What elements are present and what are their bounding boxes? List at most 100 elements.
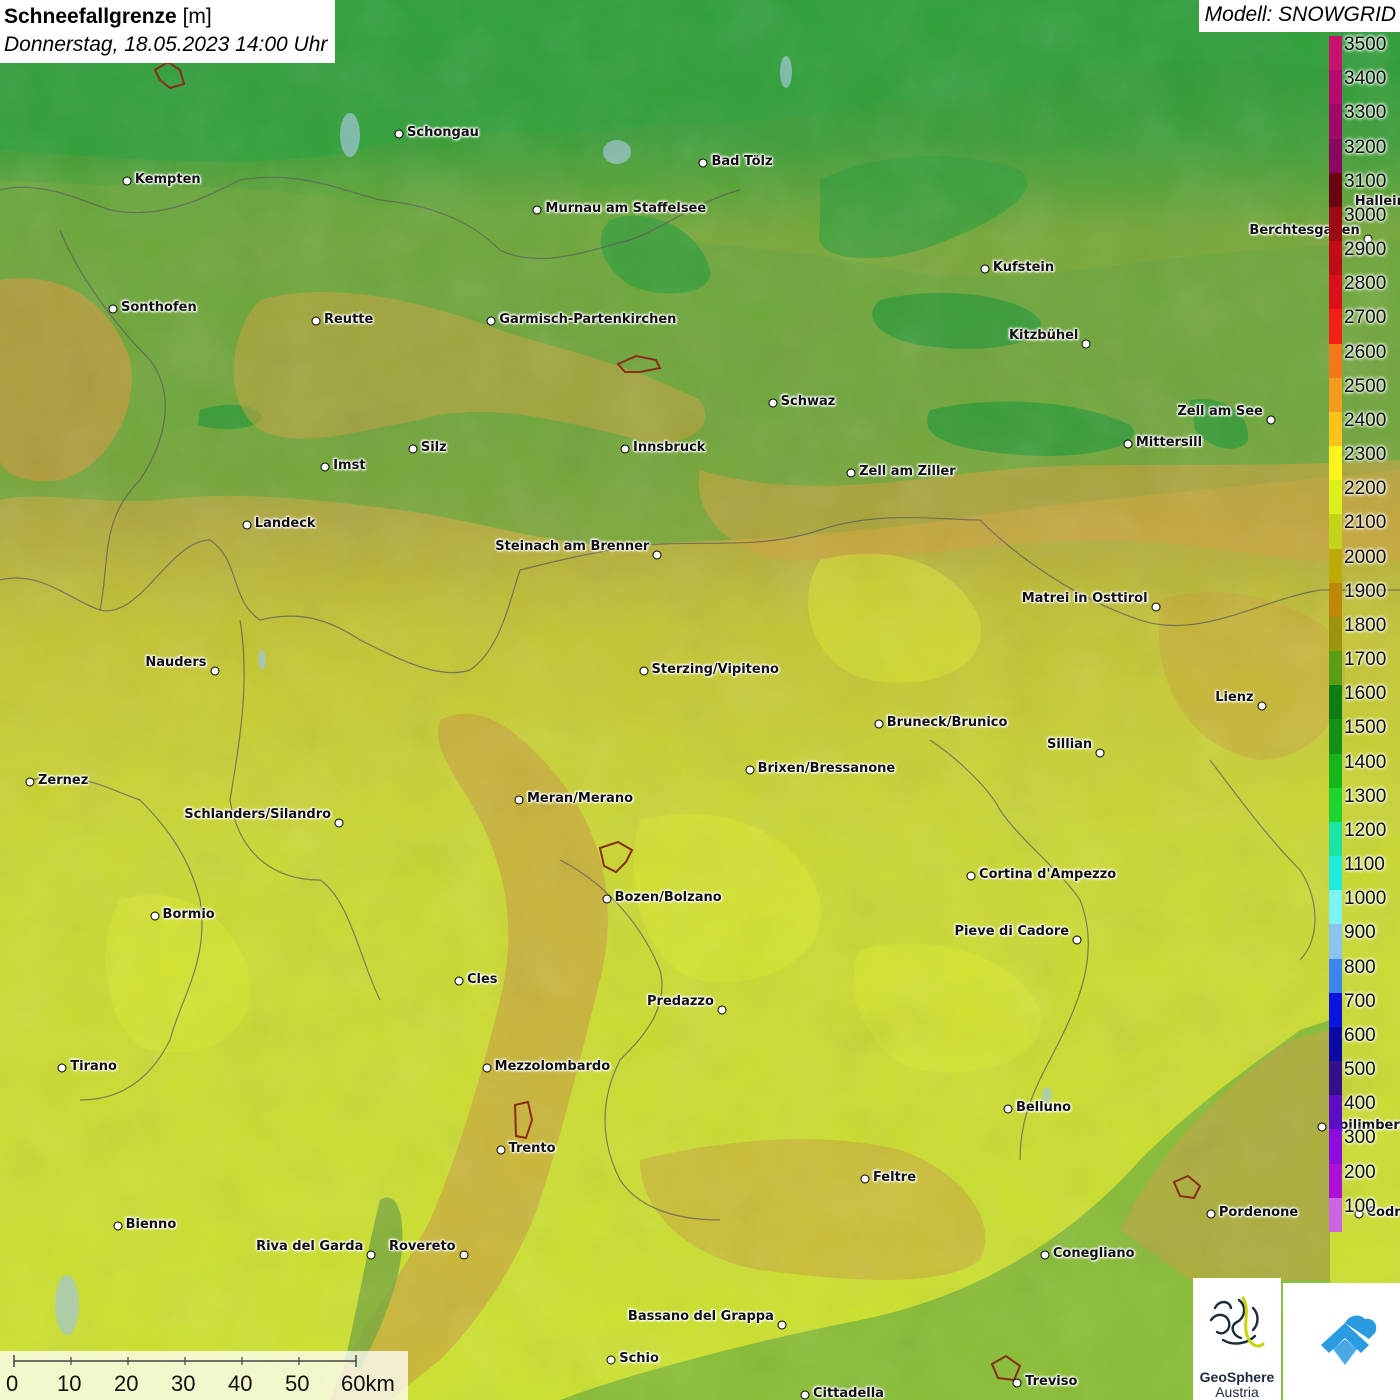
city-label: Cittadella — [812, 1386, 884, 1400]
city-dot-icon — [454, 976, 464, 986]
legend-swatch — [1329, 138, 1342, 174]
city-dot-icon — [210, 666, 219, 676]
city-dot-icon — [242, 520, 252, 530]
city-dot-icon — [980, 264, 990, 273]
title-unit: [m] — [182, 5, 212, 28]
city-dot-icon — [25, 777, 35, 787]
city-dot-icon — [482, 1063, 492, 1073]
legend-label: 1300 — [1344, 785, 1387, 807]
geosphere-logo[interactable]: GeoSphere Austria — [1193, 1278, 1281, 1400]
city-dot-icon — [1081, 339, 1091, 349]
scale-tick-30: 30 — [171, 1371, 196, 1396]
city-label: Reutte — [323, 312, 374, 328]
city-dot-icon — [800, 1390, 810, 1400]
city-label: Brixen/Bressanone — [757, 761, 896, 777]
city-label: Rovereto — [388, 1238, 456, 1254]
legend-label: 1600 — [1344, 683, 1387, 705]
city-label: Landeck — [254, 516, 316, 532]
city-label: Kitzbühel — [1008, 328, 1079, 344]
city-dot-icon — [874, 719, 884, 729]
city-dot-icon — [745, 765, 755, 775]
city-label: Schwaz — [780, 393, 836, 409]
legend-swatch — [1329, 309, 1342, 345]
city-dot-icon — [57, 1063, 67, 1073]
city-label: Innsbruck — [633, 440, 706, 456]
city-dot-icon — [334, 818, 344, 828]
city-dot-icon — [394, 129, 404, 139]
city-label: Garmisch-Partenkirchen — [499, 312, 677, 328]
city-dot-icon — [1012, 1378, 1022, 1388]
city-dot-icon — [698, 158, 708, 168]
legend-label: 3100 — [1344, 170, 1387, 192]
city-label: Mezzolombardo — [494, 1059, 611, 1075]
legend-label: 2600 — [1344, 341, 1387, 363]
city-dot-icon — [1123, 439, 1133, 449]
city-label: Bienno — [125, 1216, 177, 1232]
city-label: Schongau — [407, 125, 479, 141]
city-label: Pordenone — [1218, 1205, 1299, 1221]
snowfall-line-map[interactable]: Schongau Bad Tölz Kempten Murnau am Staffel… — [0, 0, 1400, 1400]
city-label: Treviso — [1025, 1374, 1078, 1390]
scale-bar-ruler — [13, 1355, 357, 1367]
city-label: Bruneck/Brunico — [886, 714, 1008, 730]
city-label: Belluno — [1015, 1100, 1072, 1116]
legend-swatch — [1329, 411, 1342, 447]
legend-swatch — [1329, 206, 1342, 242]
geosphere-emblem-icon — [1209, 1296, 1265, 1348]
city-dot-icon — [717, 1005, 727, 1015]
scale-tick-50: 50 — [285, 1371, 310, 1396]
city-label: Schio — [619, 1351, 659, 1367]
legend-swatch — [1329, 856, 1342, 891]
city-dot-icon — [122, 176, 132, 186]
city-dot-icon — [768, 398, 778, 408]
legend-swatch — [1329, 924, 1342, 960]
legend-label: 400 — [1344, 1093, 1376, 1115]
legend-swatch — [1329, 787, 1342, 823]
city-dot-icon — [320, 462, 330, 472]
legend-label: 3000 — [1344, 204, 1387, 226]
legend-label: 800 — [1344, 956, 1376, 978]
city-label: Cortina d'Ampezzo — [979, 866, 1117, 882]
scale-tick-40: 40 — [228, 1371, 253, 1396]
city-dot-icon — [113, 1221, 123, 1231]
legend-label: 900 — [1344, 922, 1376, 944]
city-dot-icon — [408, 444, 418, 454]
color-legend: 3500 3400 3300 3200 3100 3000 2900 2800 2700 2600… — [1329, 34, 1400, 1233]
title-datetime: Donnerstag, 18.05.2023 14:00 Uhr — [4, 33, 328, 56]
city-dot-icon — [1206, 1209, 1216, 1219]
legend-label: 1900 — [1344, 580, 1387, 602]
city-dot-icon — [496, 1145, 505, 1155]
city-label: Nauders — [145, 655, 207, 671]
legend-label: 2800 — [1344, 273, 1387, 295]
city-label: Predazzo — [647, 993, 714, 1009]
city-dot-icon — [777, 1320, 787, 1330]
city-label: Matrei in Osttirol — [1021, 591, 1148, 607]
legend-swatch — [1329, 104, 1342, 139]
legend-label: 100 — [1344, 1195, 1376, 1217]
city-label: Mittersill — [1135, 434, 1203, 450]
legend-swatch — [1329, 719, 1342, 755]
legend-swatch — [1329, 1095, 1342, 1130]
city-label: Steinach am Brenner — [495, 538, 650, 554]
legend-swatch — [1329, 514, 1342, 550]
legend-swatch — [1329, 343, 1342, 379]
weather-app-logo[interactable] — [1283, 1283, 1400, 1400]
city-label: Imst — [333, 457, 366, 473]
city-label: Silz — [420, 440, 447, 456]
city-dot-icon — [459, 1250, 469, 1260]
city-dot-icon — [1317, 1122, 1327, 1132]
scale-bar: 0 10 20 30 40 50 60km — [0, 1351, 408, 1400]
legend-label: 1800 — [1344, 614, 1387, 636]
legend-label: 2500 — [1344, 375, 1387, 397]
legend-swatch — [1329, 958, 1342, 994]
city-dot-icon — [1257, 701, 1267, 711]
city-label: Conegliano — [1052, 1245, 1135, 1261]
city-label: Riva del Garda — [256, 1238, 364, 1254]
city-label: Murnau am Staffelsee — [545, 201, 707, 217]
legend-label: 1700 — [1344, 649, 1387, 671]
scale-tick-10: 10 — [57, 1371, 82, 1396]
legend-swatch — [1329, 821, 1342, 857]
legend-swatch — [1329, 275, 1342, 310]
legend-label: 2700 — [1344, 307, 1387, 329]
city-dot-icon — [486, 316, 496, 326]
